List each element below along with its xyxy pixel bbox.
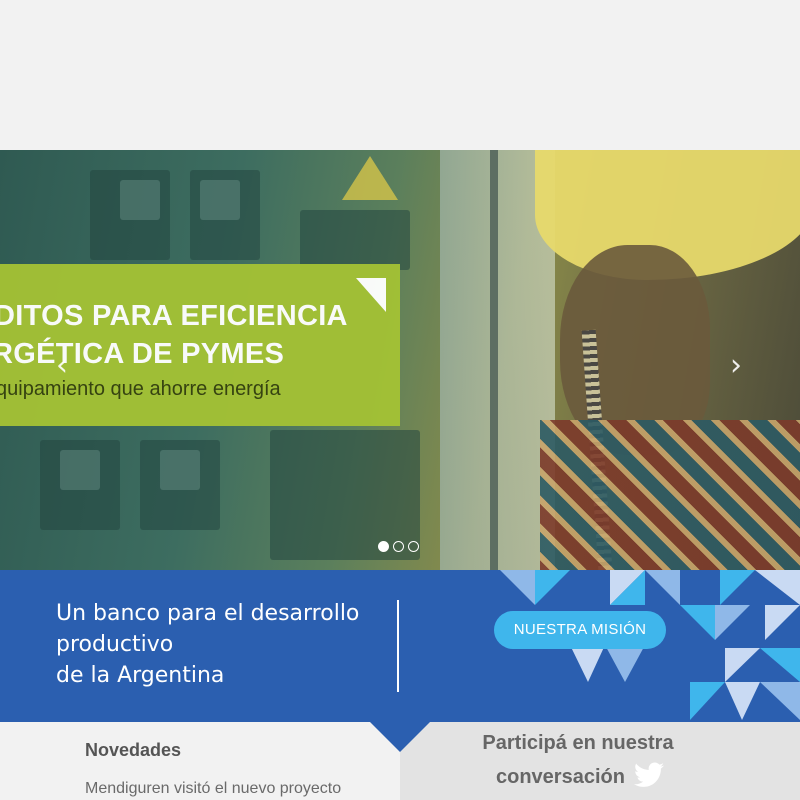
chevron-right-icon[interactable]: › — [724, 350, 748, 382]
slider-dot-3[interactable] — [408, 541, 419, 552]
vertical-divider — [397, 600, 399, 692]
section-notch — [370, 722, 430, 752]
promo-banner[interactable]: DITOS PARA EFICIENCIA RGÉTICA DE PYMES q… — [0, 264, 400, 426]
social-heading-line1: Participá en nuestra — [482, 732, 674, 754]
header-space — [0, 0, 800, 150]
tagline-line-2: productivo — [56, 632, 174, 657]
promo-title-line2: RGÉTICA DE PYMES — [0, 338, 285, 370]
slider-dot-1[interactable] — [378, 541, 389, 552]
mission-band: Un banco para el desarrollo productivo d… — [0, 570, 800, 722]
hero-slider: DITOS PARA EFICIENCIA RGÉTICA DE PYMES q… — [0, 150, 800, 570]
social-section: Participá en nuestra conversación — [400, 722, 800, 800]
news-heading: Novedades — [85, 740, 182, 760]
promo-title-line1: DITOS PARA EFICIENCIA — [0, 300, 348, 332]
promo-subtitle: quipamiento que ahorre energía — [0, 378, 281, 400]
news-section: Novedades Mendiguren visitó el nuevo pro… — [0, 722, 400, 800]
slider-pagination — [378, 541, 419, 552]
corner-fold-icon — [356, 278, 386, 312]
mission-button[interactable]: NUESTRA MISIÓN — [494, 611, 666, 649]
chevron-left-icon[interactable]: ‹ — [50, 350, 74, 382]
tagline-line-3: de la Argentina — [56, 663, 225, 688]
news-item-link[interactable]: Mendiguren visitó el nuevo proyecto — [85, 780, 341, 798]
tagline-line-1: Un banco para el desarrollo — [56, 601, 360, 626]
slider-dot-2[interactable] — [393, 541, 404, 552]
social-heading-line2: conversación — [496, 766, 625, 788]
bank-tagline: Un banco para el desarrollo productivo d… — [56, 598, 386, 691]
twitter-icon[interactable] — [634, 762, 664, 788]
